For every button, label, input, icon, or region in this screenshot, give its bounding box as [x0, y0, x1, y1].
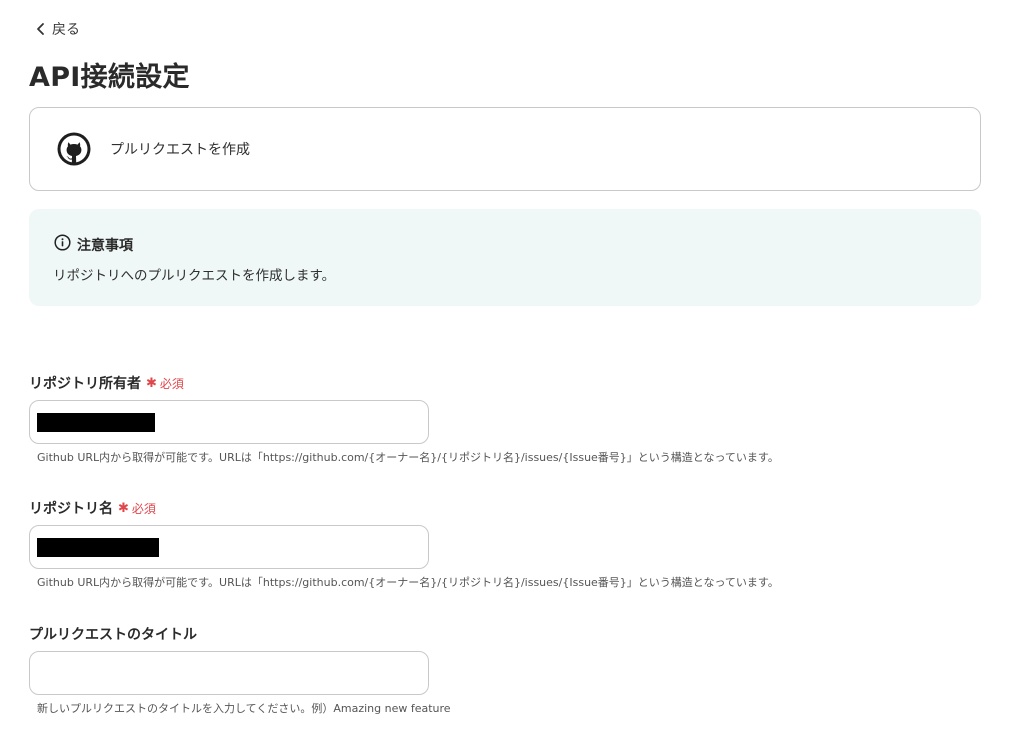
notice-box: 注意事項 リポジトリへのプルリクエストを作成します。 [29, 209, 981, 306]
github-icon [30, 131, 92, 167]
repo-owner-label: リポジトリ所有者 ✱ 必須 [29, 373, 184, 393]
required-badge: ✱ 必須 [146, 375, 184, 392]
back-label: 戻る [52, 22, 80, 38]
api-settings-page: 戻る API接続設定 プルリクエストを作成 注意事項 リポジトリへのプルリクエス… [0, 0, 1009, 732]
notice-heading-text: 注意事項 [77, 237, 133, 254]
asterisk-icon: ✱ [146, 375, 157, 391]
repo-name-label: リポジトリ名 ✱ 必須 [29, 498, 156, 518]
pr-title-label: プルリクエストのタイトル [29, 624, 197, 644]
repo-name-label-text: リポジトリ名 [29, 501, 113, 517]
action-card: プルリクエストを作成 [29, 107, 981, 191]
info-icon [54, 234, 71, 255]
notice-heading: 注意事項 [54, 234, 133, 255]
required-text: 必須 [131, 501, 156, 516]
redacted-value [37, 538, 159, 557]
required-text: 必須 [159, 376, 184, 391]
chevron-left-icon [34, 22, 48, 36]
pr-title-label-text: プルリクエストのタイトル [29, 627, 197, 643]
repo-owner-input[interactable] [29, 400, 429, 444]
pr-title-input[interactable] [29, 651, 429, 695]
asterisk-icon: ✱ [118, 500, 129, 516]
pr-title-help: 新しいプルリクエストのタイトルを入力してください。例）Amazing new f… [37, 702, 451, 715]
notice-body: リポジトリへのプルリクエストを作成します。 [53, 268, 336, 284]
repo-name-input[interactable] [29, 525, 429, 569]
repo-owner-help: Github URL内から取得が可能です。URLは「https://github… [37, 451, 779, 464]
repo-owner-label-text: リポジトリ所有者 [29, 376, 141, 392]
required-badge: ✱ 必須 [118, 500, 156, 517]
back-link[interactable]: 戻る [34, 19, 80, 39]
repo-name-help: Github URL内から取得が可能です。URLは「https://github… [37, 576, 779, 589]
action-name: プルリクエストを作成 [110, 142, 250, 158]
page-title: API接続設定 [29, 62, 190, 93]
redacted-value [37, 413, 155, 432]
